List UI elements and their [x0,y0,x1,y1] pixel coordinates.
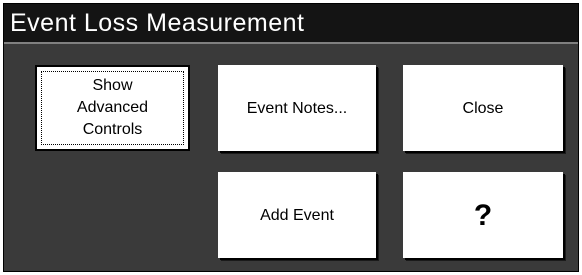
add-event-button[interactable]: Add Event [218,172,376,258]
event-notes-label: Event Notes... [246,99,348,117]
close-label: Close [462,99,504,117]
show-advanced-controls-button[interactable]: Show Advanced Controls [35,65,190,151]
window-title: Event Loss Measurement [4,4,578,42]
help-button[interactable]: ? [403,172,563,258]
title-divider [4,42,578,44]
help-label: ? [473,198,493,232]
event-notes-button[interactable]: Event Notes... [218,65,376,151]
close-button[interactable]: Close [403,65,563,151]
show-advanced-controls-label: Show Advanced Controls [76,77,149,138]
add-event-label: Add Event [260,206,334,224]
event-loss-measurement-window: Event Loss Measurement Show Advanced Con… [3,3,579,272]
